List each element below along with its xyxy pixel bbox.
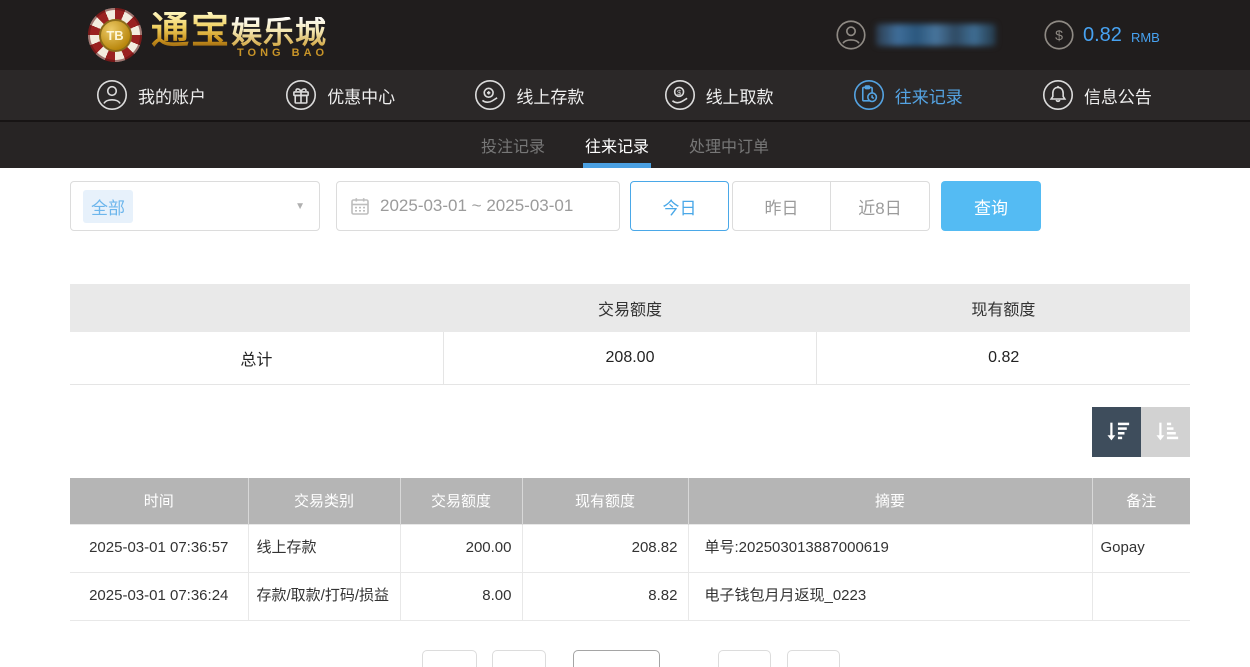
cell-amount: 8.00 [400, 572, 522, 620]
summary-total-row: 总计 208.00 0.82 [70, 332, 1190, 384]
nav-label: 信息公告 [1084, 83, 1152, 108]
user-info[interactable] [836, 20, 996, 50]
tab-betting-records[interactable]: 投注记录 [480, 122, 546, 168]
sort-ascending-button[interactable] [1141, 407, 1190, 457]
col-time: 时间 [70, 478, 248, 524]
site-logo[interactable]: TB 通宝 娱乐城 TONG BAO [88, 8, 328, 62]
nav-item-transaction-records[interactable]: 往来记录 [853, 79, 963, 111]
cell-summary: 单号:202503013887000619 [688, 524, 1092, 572]
top-header: TB 通宝 娱乐城 TONG BAO $ 0.82 RMB [0, 0, 1250, 70]
summary-col-transaction: 交易额度 [443, 284, 816, 332]
cell-time: 2025-03-01 07:36:57 [70, 524, 248, 572]
table-row: 2025-03-01 07:36:24 存款/取款/打码/损益 8.00 8.8… [70, 572, 1190, 620]
calendar-icon [350, 196, 370, 216]
sub-navigation: 投注记录 往来记录 处理中订单 [0, 122, 1250, 168]
col-type: 交易类别 [248, 478, 400, 524]
tab-label: 处理中订单 [689, 133, 769, 157]
records-clipboard-icon [853, 79, 885, 111]
today-button[interactable]: 今日 [630, 181, 729, 231]
search-button[interactable]: 查询 [941, 181, 1041, 231]
nav-item-deposit[interactable]: 线上存款 [474, 79, 584, 111]
user-icon [96, 79, 128, 111]
nav-item-promotions[interactable]: 优惠中心 [285, 79, 395, 111]
nav-item-announcements[interactable]: 信息公告 [1042, 79, 1152, 111]
tab-pending-orders[interactable]: 处理中订单 [688, 122, 770, 168]
cell-balance: 8.82 [522, 572, 688, 620]
cell-remark [1092, 572, 1190, 620]
nav-item-withdraw[interactable]: $ 线上取款 [664, 79, 774, 111]
nav-label: 我的账户 [138, 83, 206, 108]
logo-text: 通宝 娱乐城 TONG BAO [151, 12, 328, 59]
summary-header-row: 交易额度 现有额度 [70, 284, 1190, 332]
cell-type: 存款/取款/打码/损益 [248, 572, 400, 620]
nav-label: 往来记录 [895, 83, 963, 108]
nav-label: 优惠中心 [327, 83, 395, 108]
pagination-next-button[interactable] [718, 650, 771, 667]
nav-label: 线上取款 [706, 83, 774, 108]
logo-title-sub: 娱乐城 [231, 17, 327, 48]
chip-label: TB [99, 19, 132, 52]
svg-text:$: $ [1055, 28, 1063, 44]
date-range-input[interactable]: 2025-03-01 ~ 2025-03-01 [336, 181, 620, 231]
pagination-prev-button[interactable] [492, 650, 546, 667]
filter-row: 全部 ▼ 2025-03-01 ~ 2025-03-01 [70, 181, 1250, 231]
summary-total-balance: 0.82 [816, 332, 1190, 384]
logo-title-main: 通宝 [151, 12, 231, 50]
username-redacted [876, 24, 996, 46]
main-navigation: 我的账户 优惠中心 线上存款 [0, 70, 1250, 122]
gift-icon [285, 79, 317, 111]
balance-currency: RMB [1131, 30, 1160, 45]
date-range-value: 2025-03-01 ~ 2025-03-01 [380, 196, 573, 216]
tab-label: 投注记录 [481, 133, 545, 157]
summary-total-transaction: 208.00 [443, 332, 817, 384]
summary-total-label: 总计 [70, 332, 443, 384]
nav-label: 线上存款 [516, 83, 584, 108]
table-header-row: 时间 交易类别 交易额度 现有额度 摘要 备注 [70, 478, 1190, 524]
poker-chip-logo-icon: TB [88, 8, 142, 62]
sort-descending-button[interactable] [1092, 407, 1141, 457]
page-content: 全部 ▼ 2025-03-01 ~ 2025-03-01 [0, 181, 1250, 621]
tab-transaction-records[interactable]: 往来记录 [584, 122, 650, 168]
type-select[interactable]: 全部 ▼ [70, 181, 320, 231]
deposit-coin-icon [474, 79, 506, 111]
transactions-table: 时间 交易类别 交易额度 现有额度 摘要 备注 2025-03-01 07:36… [70, 478, 1190, 621]
yesterday-button[interactable]: 昨日 [732, 181, 831, 231]
bell-icon [1042, 79, 1074, 111]
col-balance: 现有额度 [522, 478, 688, 524]
pagination-page-select[interactable] [573, 650, 660, 667]
user-icon [836, 20, 866, 50]
pagination-last-button[interactable] [787, 650, 840, 667]
cell-type: 线上存款 [248, 524, 400, 572]
last-8-days-button[interactable]: 近8日 [831, 181, 930, 231]
balance-display[interactable]: $ 0.82 RMB [1044, 20, 1160, 50]
sort-descending-icon [1103, 418, 1131, 446]
table-row: 2025-03-01 07:36:57 线上存款 200.00 208.82 单… [70, 524, 1190, 572]
summary-col-empty [70, 284, 443, 332]
cell-balance: 208.82 [522, 524, 688, 572]
cell-time: 2025-03-01 07:36:24 [70, 572, 248, 620]
col-remark: 备注 [1092, 478, 1190, 524]
summary-table: 交易额度 现有额度 总计 208.00 0.82 [70, 284, 1190, 385]
cell-summary: 电子钱包月月返现_0223 [688, 572, 1092, 620]
cell-amount: 200.00 [400, 524, 522, 572]
sort-ascending-icon [1152, 418, 1180, 446]
withdraw-coin-icon: $ [664, 79, 696, 111]
quick-date-buttons: 今日 昨日 近8日 [630, 181, 930, 231]
type-select-value: 全部 [83, 190, 133, 223]
logo-title-latin: TONG BAO [237, 48, 328, 59]
dollar-circle-icon: $ [1044, 20, 1074, 50]
col-amount: 交易额度 [400, 478, 522, 524]
sort-controls [70, 407, 1190, 457]
pagination-first-button[interactable] [422, 650, 477, 667]
cell-remark: Gopay [1092, 524, 1190, 572]
summary-col-balance: 现有额度 [817, 284, 1190, 332]
col-summary: 摘要 [688, 478, 1092, 524]
chevron-down-icon: ▼ [295, 201, 305, 212]
tab-label: 往来记录 [585, 133, 649, 157]
nav-item-my-account[interactable]: 我的账户 [96, 79, 206, 111]
balance-amount: 0.82 [1083, 24, 1122, 47]
